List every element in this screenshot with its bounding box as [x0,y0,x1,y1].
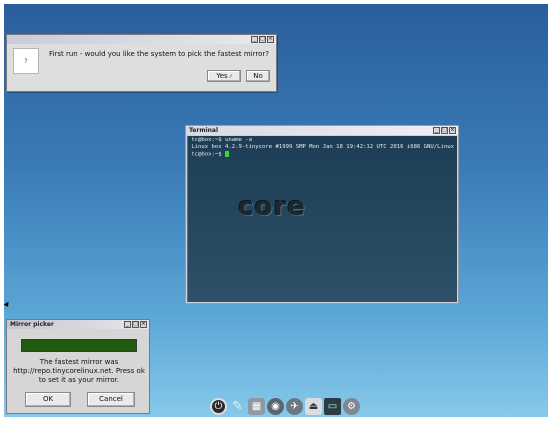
terminal-window[interactable]: Terminal _ □ × tc@box:~$ uname -a Linux b… [185,125,459,304]
mouse-pointer-icon [4,301,11,309]
close-icon[interactable]: × [449,127,456,134]
desktop: _ □ × ? First run - would you like the s… [4,4,548,417]
close-icon[interactable]: × [267,36,274,43]
mount-icon[interactable]: ⏏ [305,398,322,415]
terminal-title: Terminal [189,127,219,134]
progress-fill [22,340,136,351]
minimize-icon[interactable]: _ [433,127,440,134]
minimize-icon[interactable]: _ [251,36,258,43]
terminal-titlebar[interactable]: Terminal _ □ × [186,126,458,135]
ok-button[interactable]: OK [25,392,71,407]
editor-icon[interactable]: ✎ [229,398,246,415]
cancel-button[interactable]: Cancel [87,392,135,407]
dialog-message: First run - would you like the system to… [49,50,269,58]
terminal-prompt: tc@box:~$ [191,151,225,158]
terminal-line: Linux box 4.2.9-tinycore #1999 SMP Mon J… [191,144,454,150]
terminal-line: tc@box:~$ uname -a [191,137,252,143]
question-icon: ? [13,48,39,74]
settings-icon[interactable]: ⚙ [343,398,360,415]
dialog-titlebar: _ □ × [7,35,276,44]
picker-title: Mirror picker [10,321,54,328]
network-icon[interactable]: ✈ [286,398,303,415]
maximize-icon[interactable]: □ [132,321,139,328]
text-cursor [225,151,229,157]
progress-bar [21,339,137,352]
terminal-body[interactable]: tc@box:~$ uname -a Linux box 4.2.9-tinyco… [187,136,457,302]
terminal-icon[interactable]: ▭ [324,398,341,415]
no-button[interactable]: No [246,70,270,82]
yes-label: Yes [216,72,228,80]
control-panel-icon[interactable]: ▦ [248,398,265,415]
dock: ⏻ ✎ ▦ ◉ ✈ ⏏ ▭ ⚙ [210,396,360,417]
maximize-icon[interactable]: □ [441,127,448,134]
close-icon[interactable]: × [140,321,147,328]
terminal-output[interactable]: tc@box:~$ uname -a Linux box 4.2.9-tinyco… [188,136,457,302]
picker-titlebar[interactable]: Mirror picker _ □ × [7,320,149,329]
first-run-dialog: _ □ × ? First run - would you like the s… [6,34,277,92]
apps-icon[interactable]: ◉ [267,398,284,415]
cursor-icon: ⁄⁄ [229,74,232,80]
mirror-picker-window: Mirror picker _ □ × The fastest mirror w… [6,319,150,414]
maximize-icon[interactable]: □ [259,36,266,43]
picker-message: The fastest mirror was http://repo.tinyc… [13,358,145,384]
minimize-icon[interactable]: _ [124,321,131,328]
power-icon[interactable]: ⏻ [210,398,227,415]
yes-button[interactable]: Yes ⁄⁄ [207,70,241,82]
core-logo: core [238,192,307,222]
